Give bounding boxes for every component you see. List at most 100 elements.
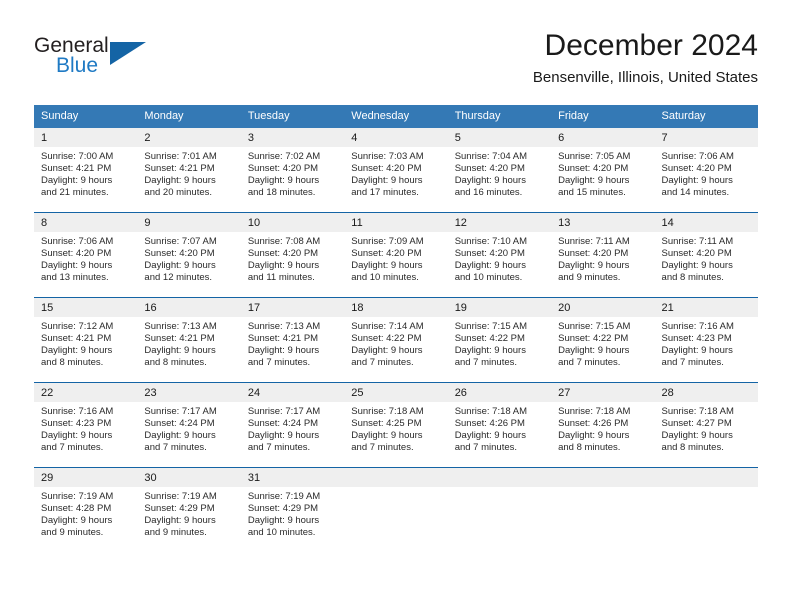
day-number: 21 <box>654 298 758 317</box>
day-number: 29 <box>34 468 138 487</box>
daylight-text-line2: and 9 minutes. <box>558 272 621 284</box>
day-details: Sunrise: 7:13 AM Sunset: 4:21 PM Daylight:… <box>241 317 344 369</box>
calendar-day-cell[interactable]: 23 Sunrise: 7:17 AM Sunset: 4:24 PM Dayligh… <box>137 382 241 468</box>
day-details: Sunrise: 7:18 AM Sunset: 4:26 PM Daylight:… <box>448 402 551 454</box>
day-details <box>655 487 758 491</box>
sunrise-text: Sunrise: 7:06 AM <box>41 236 114 247</box>
calendar-day-cell[interactable]: 22 Sunrise: 7:16 AM Sunset: 4:23 PM Dayligh… <box>34 382 138 468</box>
daylight-text-line2: and 8 minutes. <box>661 442 724 454</box>
day-number: 11 <box>344 213 448 232</box>
daylight-text-line2: and 8 minutes. <box>558 442 621 454</box>
calendar-day-cell[interactable]: 5 Sunrise: 7:04 AM Sunset: 4:20 PM Daylight… <box>447 128 552 213</box>
sunrise-text: Sunrise: 7:16 AM <box>41 406 114 417</box>
calendar-day-cell[interactable]: 27 Sunrise: 7:18 AM Sunset: 4:26 PM Dayligh… <box>551 382 655 468</box>
sunset-text: Sunset: 4:20 PM <box>351 248 422 260</box>
calendar-day-cell[interactable]: 26 Sunrise: 7:18 AM Sunset: 4:26 PM Dayligh… <box>447 382 552 468</box>
sunrise-text: Sunrise: 7:19 AM <box>247 491 321 502</box>
calendar-day-cell[interactable]: 9 Sunrise: 7:07 AM Sunset: 4:20 PM Daylight… <box>137 212 241 298</box>
calendar-day-cell[interactable]: 2 Sunrise: 7:01 AM Sunset: 4:21 PM Daylight… <box>137 128 241 213</box>
daylight-text-line1: Daylight: 9 hours <box>41 515 113 527</box>
day-number: 31 <box>240 468 345 487</box>
calendar-day-cell[interactable]: 12 Sunrise: 7:10 AM Sunset: 4:20 PM Dayligh… <box>447 212 552 298</box>
weekday-header-row: Sunday Monday Tuesday Wednesday Thursday… <box>34 105 758 128</box>
day-number: 7 <box>654 128 758 147</box>
sunrise-text: Sunrise: 7:03 AM <box>351 151 424 162</box>
sunset-text: Sunset: 4:25 PM <box>351 418 422 430</box>
daylight-text-line1: Daylight: 9 hours <box>144 175 216 187</box>
day-number: 18 <box>344 298 448 317</box>
calendar-day-cell[interactable]: 15 Sunrise: 7:12 AM Sunset: 4:21 PM Dayligh… <box>34 297 138 383</box>
daylight-text-line1: Daylight: 9 hours <box>454 260 526 272</box>
calendar-day-cell[interactable]: 30 Sunrise: 7:19 AM Sunset: 4:29 PM Dayligh… <box>137 467 241 552</box>
calendar-day-cell[interactable]: 1 Sunrise: 7:00 AM Sunset: 4:21 PM Daylight… <box>34 128 138 213</box>
sunrise-text: Sunrise: 7:12 AM <box>41 321 114 332</box>
daylight-text-line2: and 20 minutes. <box>144 187 213 199</box>
sunset-text: Sunset: 4:21 PM <box>144 333 215 345</box>
calendar-day-cell[interactable]: 14 Sunrise: 7:11 AM Sunset: 4:20 PM Dayligh… <box>654 212 758 298</box>
day-details: Sunrise: 7:10 AM Sunset: 4:20 PM Daylight:… <box>448 232 551 284</box>
sunrise-text: Sunrise: 7:13 AM <box>247 321 321 332</box>
daylight-text-line2: and 21 minutes. <box>41 187 109 199</box>
calendar-day-cell[interactable]: 29 Sunrise: 7:19 AM Sunset: 4:28 PM Dayligh… <box>34 467 138 552</box>
sunrise-text: Sunrise: 7:02 AM <box>247 151 321 162</box>
sunrise-text: Sunrise: 7:18 AM <box>661 406 734 417</box>
calendar-day-cell[interactable]: 6 Sunrise: 7:05 AM Sunset: 4:20 PM Daylight… <box>551 128 655 213</box>
calendar-day-cell[interactable]: 20 Sunrise: 7:15 AM Sunset: 4:22 PM Dayligh… <box>551 297 655 383</box>
calendar-day-cell[interactable]: 16 Sunrise: 7:13 AM Sunset: 4:21 PM Dayligh… <box>137 297 241 383</box>
day-number: 1 <box>34 128 138 147</box>
daylight-text-line1: Daylight: 9 hours <box>661 260 733 272</box>
brand-logo[interactable]: General Blue <box>34 34 164 86</box>
page-title: December 2024 <box>544 29 758 62</box>
calendar-day-cell[interactable]: 7 Sunrise: 7:06 AM Sunset: 4:20 PM Daylight… <box>654 128 758 213</box>
calendar-day-cell[interactable]: 17 Sunrise: 7:13 AM Sunset: 4:21 PM Dayligh… <box>240 297 345 383</box>
daylight-text-line1: Daylight: 9 hours <box>351 430 423 442</box>
daylight-text-line1: Daylight: 9 hours <box>41 345 113 357</box>
daylight-text-line1: Daylight: 9 hours <box>247 515 320 527</box>
calendar-day-cell[interactable]: 21 Sunrise: 7:16 AM Sunset: 4:23 PM Dayligh… <box>654 297 758 383</box>
calendar-day-cell[interactable]: 19 Sunrise: 7:15 AM Sunset: 4:22 PM Dayligh… <box>447 297 552 383</box>
calendar-day-cell[interactable]: 18 Sunrise: 7:14 AM Sunset: 4:22 PM Dayligh… <box>344 297 448 383</box>
calendar-day-cell[interactable]: 8 Sunrise: 7:06 AM Sunset: 4:20 PM Daylight… <box>34 212 138 298</box>
day-number: 27 <box>551 383 655 402</box>
day-number: 23 <box>137 383 241 402</box>
calendar-day-cell[interactable]: 31 Sunrise: 7:19 AM Sunset: 4:29 PM Dayligh… <box>240 467 345 552</box>
daylight-text-line1: Daylight: 9 hours <box>144 515 216 527</box>
daylight-text-line1: Daylight: 9 hours <box>661 175 733 187</box>
sunset-text: Sunset: 4:28 PM <box>41 503 112 515</box>
calendar-day-cell[interactable]: 4 Sunrise: 7:03 AM Sunset: 4:20 PM Daylight… <box>344 128 448 213</box>
sunrise-text: Sunrise: 7:17 AM <box>247 406 321 417</box>
calendar-day-cell[interactable]: 3 Sunrise: 7:02 AM Sunset: 4:20 PM Daylight… <box>240 128 345 213</box>
sunset-text: Sunset: 4:21 PM <box>41 163 112 175</box>
calendar-day-cell[interactable]: 13 Sunrise: 7:11 AM Sunset: 4:20 PM Dayligh… <box>551 212 655 298</box>
calendar-day-cell[interactable]: 25 Sunrise: 7:18 AM Sunset: 4:25 PM Dayligh… <box>344 382 448 468</box>
daylight-text-line2: and 18 minutes. <box>247 187 316 199</box>
calendar-day-cell[interactable]: 11 Sunrise: 7:09 AM Sunset: 4:20 PM Dayligh… <box>344 212 448 298</box>
sunset-text: Sunset: 4:22 PM <box>558 333 629 345</box>
day-number: 15 <box>34 298 138 317</box>
day-number: 17 <box>240 298 345 317</box>
day-details: Sunrise: 7:07 AM Sunset: 4:20 PM Daylight:… <box>137 232 240 284</box>
daylight-text-line2: and 7 minutes. <box>144 442 207 454</box>
calendar-day-cell[interactable]: 10 Sunrise: 7:08 AM Sunset: 4:20 PM Dayligh… <box>240 212 345 298</box>
day-number: 26 <box>447 383 552 402</box>
day-details: Sunrise: 7:05 AM Sunset: 4:20 PM Daylight:… <box>551 147 654 199</box>
calendar-day-cell-empty <box>551 467 655 552</box>
daylight-text-line2: and 7 minutes. <box>247 357 311 369</box>
day-details <box>448 487 551 491</box>
day-details: Sunrise: 7:00 AM Sunset: 4:21 PM Daylight:… <box>34 147 137 199</box>
sunset-text: Sunset: 4:20 PM <box>558 163 629 175</box>
calendar-table: Sunday Monday Tuesday Wednesday Thursday… <box>34 105 758 552</box>
day-number: 25 <box>344 383 448 402</box>
day-number: 2 <box>137 128 241 147</box>
daylight-text-line2: and 11 minutes. <box>247 272 315 284</box>
calendar-day-cell[interactable]: 28 Sunrise: 7:18 AM Sunset: 4:27 PM Dayligh… <box>654 382 758 468</box>
day-number <box>447 468 552 487</box>
sunrise-text: Sunrise: 7:13 AM <box>144 321 217 332</box>
daylight-text-line2: and 15 minutes. <box>558 187 626 199</box>
day-details: Sunrise: 7:18 AM Sunset: 4:26 PM Daylight:… <box>551 402 654 454</box>
daylight-text-line1: Daylight: 9 hours <box>41 430 113 442</box>
daylight-text-line1: Daylight: 9 hours <box>661 430 733 442</box>
triangle-logo-icon <box>110 42 146 65</box>
weekday-header-sunday: Sunday <box>34 105 138 128</box>
calendar-day-cell[interactable]: 24 Sunrise: 7:17 AM Sunset: 4:24 PM Dayligh… <box>240 382 345 468</box>
